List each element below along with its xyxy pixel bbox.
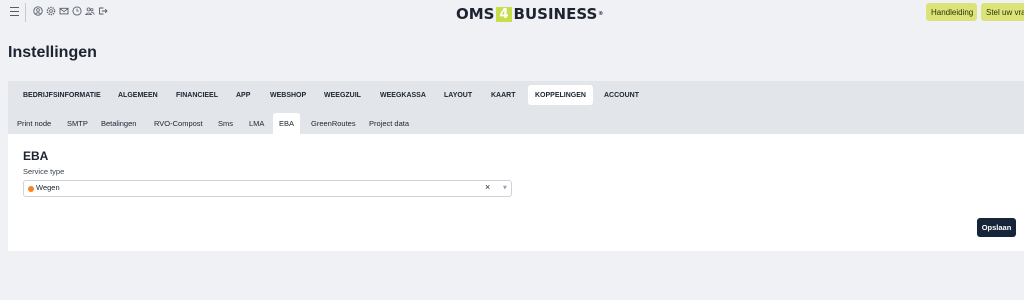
users-icon[interactable] <box>85 6 95 16</box>
subtab-print-node[interactable]: Print node <box>11 113 57 134</box>
tab-bedrijfsinformatie[interactable]: BEDRIJFSINFORMATIE <box>16 85 108 105</box>
toolbar-icons <box>33 6 108 16</box>
tab-weegkassa[interactable]: WEEGKASSA <box>373 85 433 105</box>
manual-button[interactable]: Handleiding <box>926 3 977 21</box>
logo-number: 4 <box>496 6 512 22</box>
service-type-value: Wegen <box>36 183 60 192</box>
user-circle-icon[interactable] <box>33 6 43 16</box>
clock-icon[interactable] <box>72 6 82 16</box>
tab-koppelingen[interactable]: KOPPELINGEN <box>528 85 593 105</box>
subtab-lma[interactable]: LMA <box>243 113 270 134</box>
subtab-eba[interactable]: EBA <box>273 113 301 134</box>
subtab-sms[interactable]: Sms <box>212 113 239 134</box>
eba-panel: EBA Service type Wegen × ▼ Opslaan <box>8 134 1024 251</box>
hamburger-menu-icon[interactable] <box>10 7 19 16</box>
chevron-down-icon[interactable]: ▼ <box>503 185 507 191</box>
tab-weegzuil[interactable]: WEEGZUIL <box>317 85 368 105</box>
tab-algemeen[interactable]: ALGEMEEN <box>111 85 165 105</box>
logout-icon[interactable] <box>98 6 108 16</box>
save-button[interactable]: Opslaan <box>977 218 1016 237</box>
tab-layout[interactable]: LAYOUT <box>437 85 479 105</box>
tab-app[interactable]: APP <box>229 85 257 105</box>
ask-question-button[interactable]: Stel uw vraag <box>981 3 1024 21</box>
tab-webshop[interactable]: WEBSHOP <box>263 85 313 105</box>
main-tabs: BEDRIJFSINFORMATIE ALGEMEEN FINANCIEEL A… <box>8 81 1024 111</box>
top-bar: OMS 4 BUSINESS ® Handleiding Stel uw vra… <box>0 0 1024 27</box>
sub-tabs: Print node SMTP Betalingen RVO-Compost S… <box>8 111 1024 134</box>
subtab-betalingen[interactable]: Betalingen <box>95 113 142 134</box>
subtab-project-data[interactable]: Project data <box>363 113 415 134</box>
service-type-select[interactable]: Wegen × ▼ <box>23 180 512 197</box>
status-dot-icon <box>28 186 34 192</box>
toolbar-divider <box>25 3 26 22</box>
logo-text-oms: OMS <box>456 5 495 23</box>
logo-registered-mark: ® <box>598 11 604 17</box>
clear-icon[interactable]: × <box>485 182 490 192</box>
mail-icon[interactable] <box>59 6 69 16</box>
oms4business-logo: OMS 4 BUSINESS ® <box>456 5 603 23</box>
tab-financieel[interactable]: FINANCIEEL <box>169 85 225 105</box>
section-title: EBA <box>23 149 49 163</box>
subtab-greenroutes[interactable]: GreenRoutes <box>305 113 362 134</box>
logo-text-business: BUSINESS <box>513 5 598 23</box>
service-type-label: Service type <box>23 167 65 176</box>
subtab-smtp[interactable]: SMTP <box>61 113 94 134</box>
page-title: Instellingen <box>8 44 97 61</box>
gear-icon[interactable] <box>46 6 56 16</box>
tab-account[interactable]: ACCOUNT <box>597 85 646 105</box>
tab-kaart[interactable]: KAART <box>484 85 523 105</box>
subtab-rvo-compost[interactable]: RVO-Compost <box>148 113 209 134</box>
